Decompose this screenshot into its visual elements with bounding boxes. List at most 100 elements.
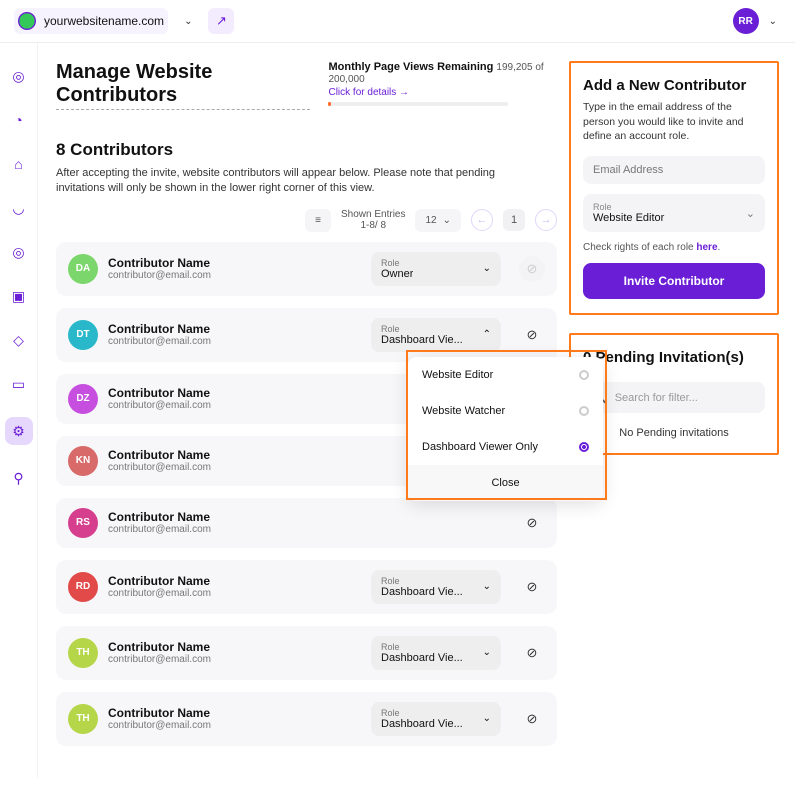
user-avatar[interactable]: RR [733, 8, 759, 34]
contributor-email: contributor@email.com [108, 270, 361, 281]
rail-item-settings[interactable]: ⚙ [5, 417, 33, 445]
hint-link[interactable]: here [696, 242, 717, 253]
contributor-avatar: TH [68, 638, 98, 668]
contributor-row: RD Contributor Name contributor@email.co… [56, 560, 557, 614]
rail-item-targeting[interactable]: ◎ [8, 241, 30, 263]
email-field[interactable]: Email Address [583, 156, 765, 184]
role-select[interactable]: Role Dashboard Vie... ⌄ [371, 702, 501, 736]
remove-contributor-button[interactable]: ⊘ [519, 574, 545, 600]
filter-button[interactable]: ≡ [305, 209, 331, 232]
site-selector[interactable]: yourwebsitename.com [14, 8, 168, 34]
page-header: Manage Website Contributors Monthly Page… [56, 61, 557, 110]
bag-icon: ⌂ [14, 156, 22, 172]
ban-icon: ⊘ [527, 579, 538, 595]
add-title: Add a New Contributor [583, 77, 765, 94]
contributor-name: Contributor Name [108, 448, 361, 462]
briefcase-icon: ▭ [12, 376, 25, 393]
topbar-left: yourwebsitename.com ⌄ ↗ [14, 8, 234, 34]
contributor-name: Contributor Name [108, 256, 361, 270]
dropdown-option[interactable]: Website Watcher [408, 393, 603, 429]
user-menu-chevron-icon[interactable]: ⌄ [765, 16, 781, 27]
role-label: Role [593, 202, 664, 212]
contributor-rows: DA Contributor Name contributor@email.co… [56, 242, 557, 746]
contributor-email: contributor@email.com [108, 524, 361, 535]
ban-icon: ⊘ [527, 515, 538, 531]
contributor-info: Contributor Name contributor@email.com [108, 574, 361, 599]
open-external-button[interactable]: ↗ [208, 8, 234, 34]
pager-next[interactable]: → [535, 209, 557, 231]
radio-icon [579, 406, 589, 416]
invite-button[interactable]: Invite Contributor [583, 263, 765, 299]
rail-item-security[interactable]: ◇ [8, 329, 30, 351]
metric-link[interactable]: Click for details → [328, 87, 557, 98]
dropdown-close[interactable]: Close [408, 465, 603, 501]
ban-icon: ⊘ [527, 711, 538, 727]
pending-title: 0 Pending Invitation(s) [583, 349, 765, 366]
add-sub: Type in the email address of the person … [583, 100, 765, 144]
pin-icon: ⚲ [13, 470, 23, 487]
remove-contributor-button[interactable]: ⊘ [519, 640, 545, 666]
ban-icon: ⊘ [527, 261, 538, 277]
rail-item-briefcase[interactable]: ▭ [8, 373, 30, 395]
option-label: Website Watcher [422, 405, 505, 417]
contributor-name: Contributor Name [108, 322, 361, 336]
metric-title: Monthly Page Views Remaining [328, 61, 493, 73]
remove-contributor-button: ⊘ [519, 256, 545, 282]
role-select[interactable]: Role Dashboard Vie... ⌄ [371, 636, 501, 670]
rail-item-gaming[interactable]: ▣ [8, 285, 30, 307]
layout: ◎ ◔ ⌂ ◡ ◎ ▣ ◇ ▭ ⚙ ⚲ Manage Website Contr… [0, 43, 795, 778]
pending-search[interactable]: 🔍 Search for filter... [583, 382, 765, 413]
page-views-metric[interactable]: Monthly Page Views Remaining 199,205 of … [328, 61, 557, 106]
role-label: Role [381, 324, 463, 334]
role-select[interactable]: Role Dashboard Vie... ⌃ [371, 318, 501, 352]
contributor-name: Contributor Name [108, 386, 361, 400]
dropdown-option[interactable]: Website Editor [408, 357, 603, 393]
role-label: Role [381, 708, 463, 718]
shown-entries: Shown Entries 1-8/ 8 [341, 209, 405, 231]
arrow-left-icon: ← [477, 214, 488, 226]
role-dropdown: Website Editor Website Watcher Dashboard V… [408, 357, 603, 501]
contributor-email: contributor@email.com [108, 336, 361, 347]
site-name: yourwebsitename.com [44, 14, 164, 28]
sliders-icon: ≡ [315, 215, 321, 226]
remove-contributor-button[interactable]: ⊘ [519, 510, 545, 536]
rail-item-activity[interactable]: ◡ [8, 197, 30, 219]
contributor-row: TH Contributor Name contributor@email.co… [56, 692, 557, 746]
arrow-right-icon: → [541, 214, 552, 226]
metric-bar [328, 102, 508, 106]
chevron-down-icon: ⌄ [483, 647, 491, 658]
rail-item-analytics[interactable]: ◔ [8, 109, 30, 131]
gauge-icon: ◎ [12, 68, 24, 85]
rail-item-location[interactable]: ⚲ [8, 467, 30, 489]
controller-icon: ▣ [12, 288, 25, 305]
ban-icon: ⊘ [527, 327, 538, 343]
role-field[interactable]: Role Website Editor ⌄ [583, 194, 765, 232]
pager-prev[interactable]: ← [471, 209, 493, 231]
remove-contributor-button[interactable]: ⊘ [519, 706, 545, 732]
per-page-value: 12 [425, 215, 436, 226]
rail-item-commerce[interactable]: ⌂ [8, 153, 30, 175]
radio-icon [579, 442, 589, 452]
per-page-select[interactable]: 12 ⌄ [415, 209, 461, 232]
option-label: Dashboard Viewer Only [422, 441, 538, 453]
role-hint: Check rights of each role here. [583, 242, 765, 253]
dropdown-option[interactable]: Dashboard Viewer Only [408, 429, 603, 465]
role-label: Role [381, 576, 463, 586]
side-rail: ◎ ◔ ⌂ ◡ ◎ ▣ ◇ ▭ ⚙ ⚲ [0, 43, 38, 778]
main: Manage Website Contributors Monthly Page… [38, 43, 795, 778]
pager-current: 1 [503, 209, 525, 231]
contributor-name: Contributor Name [108, 640, 361, 654]
rail-item-dashboard[interactable]: ◎ [8, 65, 30, 87]
chevron-down-icon: ⌄ [483, 581, 491, 592]
contributor-row: DT Contributor Name contributor@email.co… [56, 308, 557, 362]
contributors-heading: 8 Contributors [56, 140, 557, 160]
site-chevron-icon[interactable]: ⌄ [180, 16, 196, 27]
role-select[interactable]: Role Owner ⌄ [371, 252, 501, 286]
remove-contributor-button[interactable]: ⊘ [519, 322, 545, 348]
contributor-email: contributor@email.com [108, 588, 361, 599]
role-value: Website Editor [593, 212, 664, 224]
contributors-section: 8 Contributors After accepting the invit… [56, 140, 557, 746]
role-select[interactable]: Role Dashboard Vie... ⌄ [371, 570, 501, 604]
role-label: Role [381, 258, 413, 268]
contributor-email: contributor@email.com [108, 654, 361, 665]
